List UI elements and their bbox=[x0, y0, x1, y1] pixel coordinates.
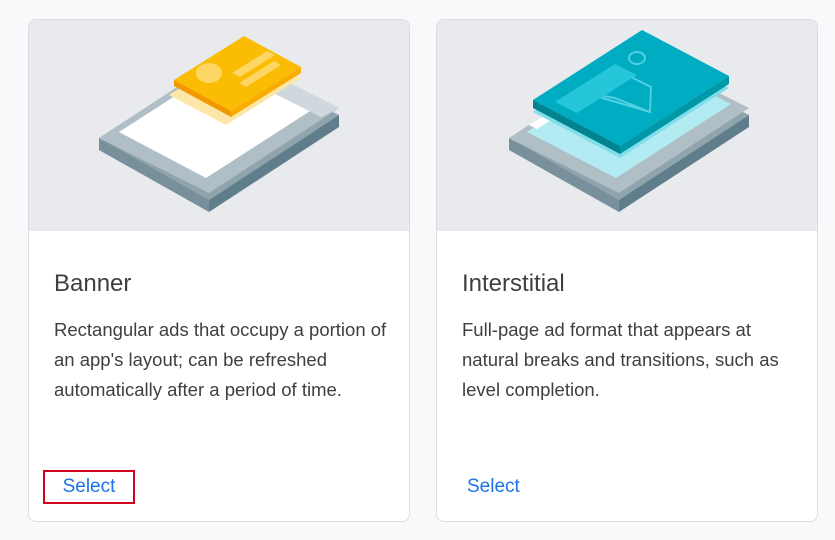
banner-illustration bbox=[29, 20, 409, 231]
banner-description: Rectangular ads that occupy a portion of… bbox=[54, 319, 387, 400]
interstitial-description: Full-page ad format that appears at natu… bbox=[462, 319, 779, 400]
interstitial-title: Interstitial bbox=[462, 270, 565, 297]
interstitial-ad-illustration-icon bbox=[509, 30, 749, 212]
banner-ad-illustration-icon bbox=[99, 36, 339, 212]
banner-card: Banner Rectangular ads that occupy a por… bbox=[28, 19, 410, 522]
banner-title: Banner bbox=[54, 270, 132, 297]
interstitial-card: Interstitial Full-page ad format that ap… bbox=[436, 19, 818, 522]
interstitial-illustration bbox=[437, 20, 817, 231]
banner-select-button[interactable]: Select bbox=[43, 470, 135, 504]
interstitial-select-button[interactable]: Select bbox=[454, 470, 533, 504]
ad-format-picker: Banner Rectangular ads that occupy a por… bbox=[0, 0, 835, 540]
